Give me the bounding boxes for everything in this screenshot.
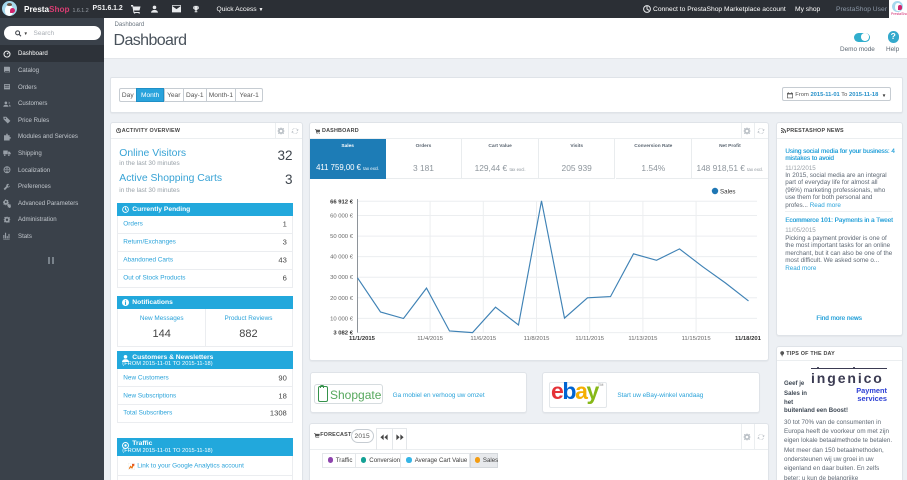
svg-text:11/4/2015: 11/4/2015 bbox=[417, 336, 443, 342]
svg-text:11/1/2015: 11/1/2015 bbox=[349, 336, 376, 342]
svg-text:11/11/2015: 11/11/2015 bbox=[575, 336, 604, 342]
svg-text:11/18/201: 11/18/201 bbox=[735, 336, 762, 342]
svg-text:Sales: Sales bbox=[720, 189, 735, 196]
svg-text:11/13/2015: 11/13/2015 bbox=[628, 336, 658, 342]
svg-text:11/6/2015: 11/6/2015 bbox=[470, 336, 496, 342]
svg-text:11/15/2015: 11/15/2015 bbox=[682, 336, 712, 342]
svg-text:11/8/2015: 11/8/2015 bbox=[524, 336, 550, 342]
svg-text:30 000 €: 30 000 € bbox=[330, 275, 354, 281]
svg-text:50 000 €: 50 000 € bbox=[330, 234, 354, 240]
svg-text:66 912 €: 66 912 € bbox=[330, 199, 354, 205]
svg-text:60 000 €: 60 000 € bbox=[330, 214, 354, 220]
svg-text:20 000 €: 20 000 € bbox=[330, 296, 354, 302]
svg-text:40 000 €: 40 000 € bbox=[330, 255, 354, 261]
svg-text:10 000 €: 10 000 € bbox=[330, 316, 354, 322]
